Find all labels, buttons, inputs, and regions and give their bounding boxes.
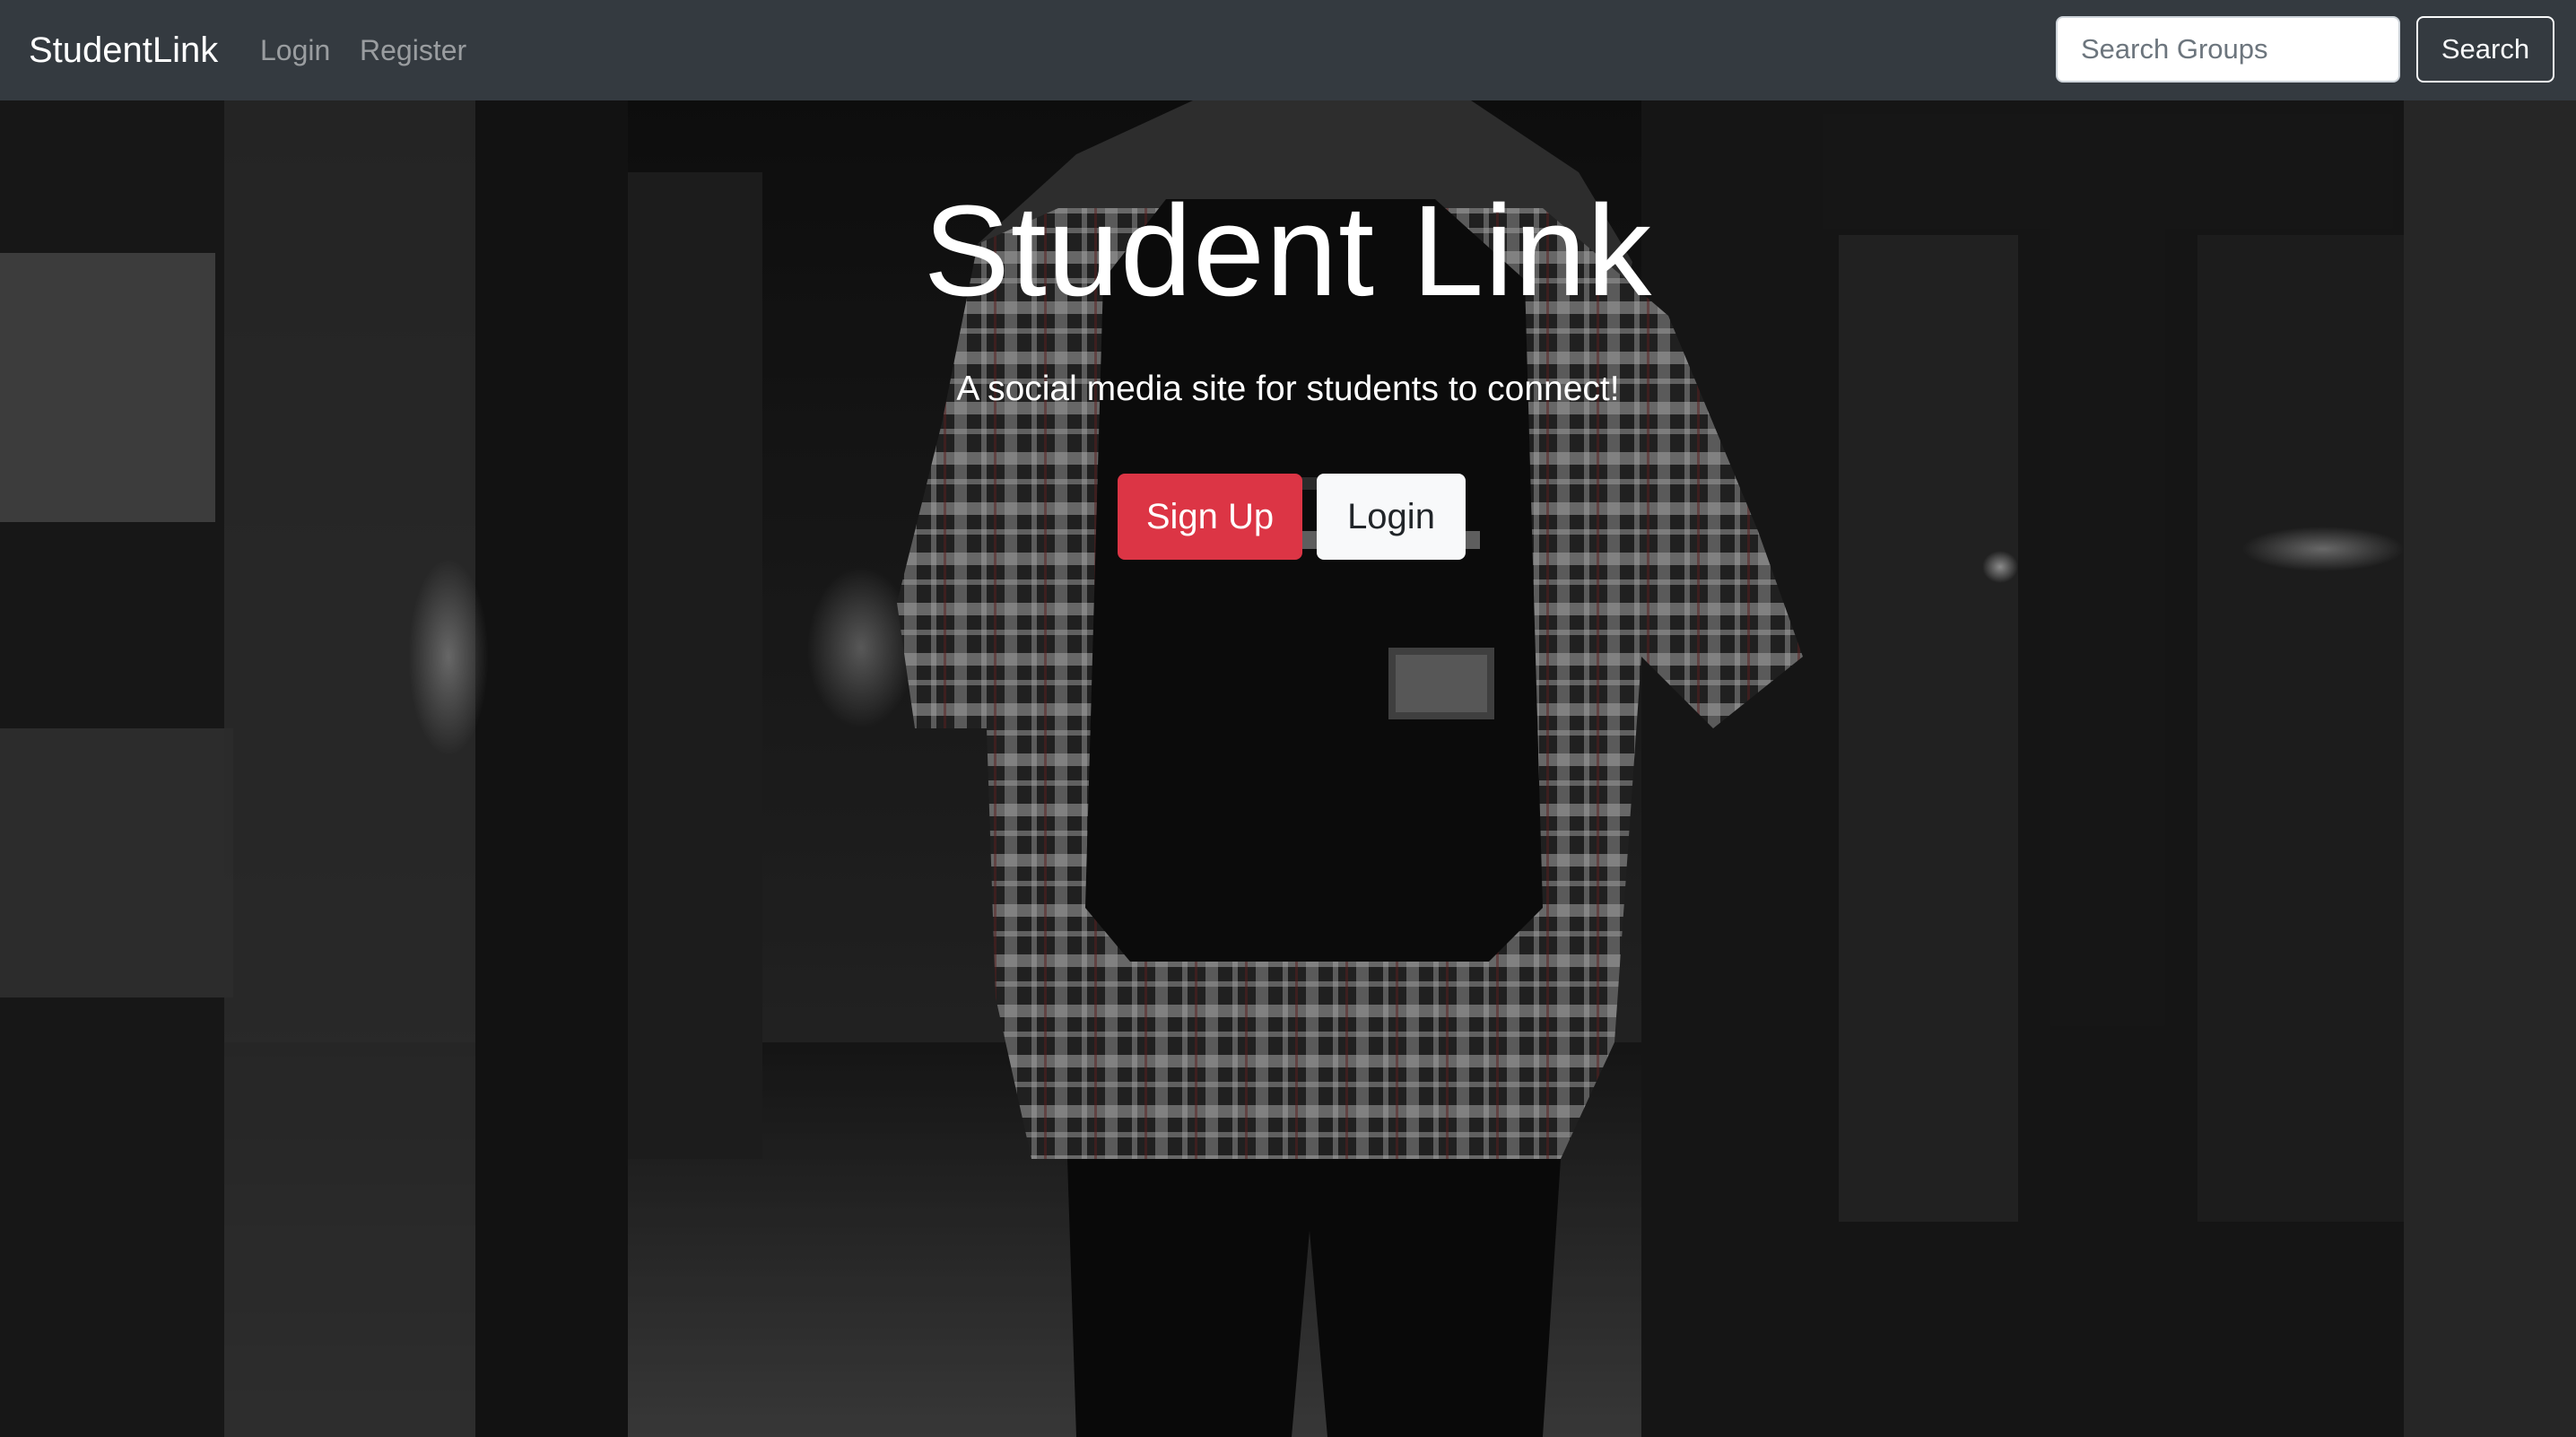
hero-title: Student Link <box>923 179 1653 323</box>
nav-register-link[interactable]: Register <box>360 29 466 72</box>
search-button[interactable]: Search <box>2416 16 2554 83</box>
nav-login-link[interactable]: Login <box>260 29 330 72</box>
login-button[interactable]: Login <box>1317 474 1466 560</box>
hero-subtitle: A social media site for students to conn… <box>956 370 1620 408</box>
brand-link[interactable]: StudentLink <box>29 25 218 75</box>
signup-button[interactable]: Sign Up <box>1118 474 1302 560</box>
navbar: StudentLink Login Register Search <box>0 0 2576 100</box>
search-groups-input[interactable] <box>2056 16 2400 83</box>
